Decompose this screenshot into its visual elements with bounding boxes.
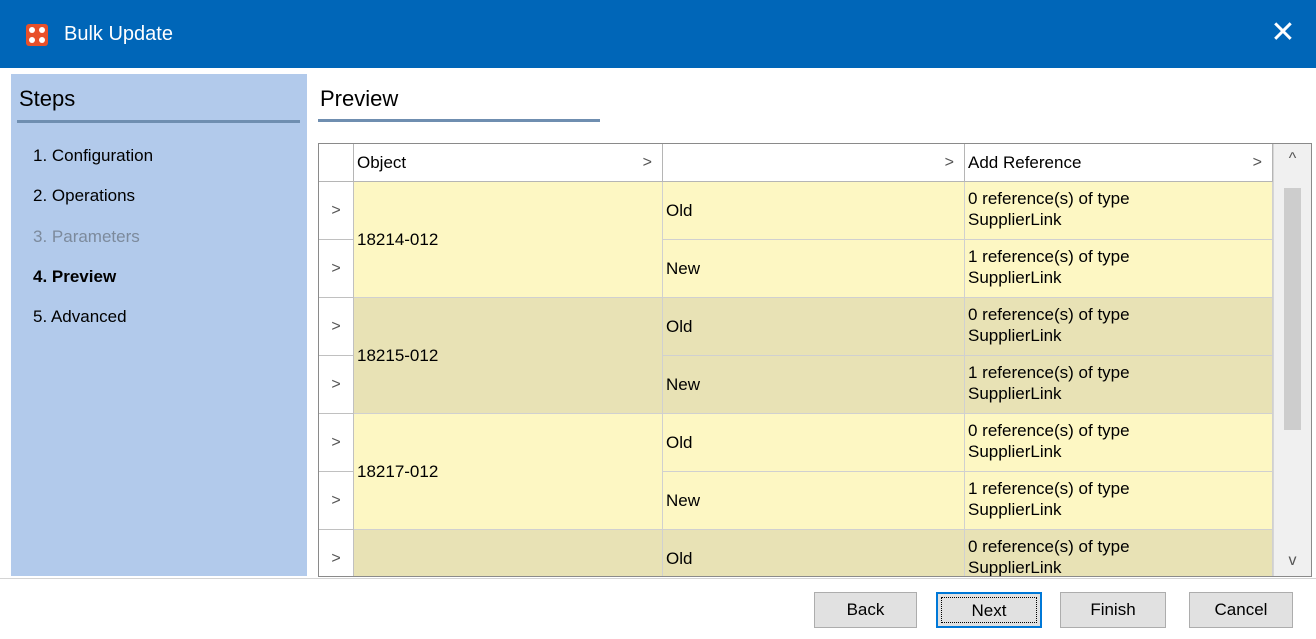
- type-cell[interactable]: Old: [663, 530, 965, 576]
- next-button[interactable]: Next: [936, 592, 1042, 628]
- reference-cell[interactable]: 0 reference(s) of type SupplierLink: [965, 298, 1273, 356]
- reference-cell[interactable]: 0 reference(s) of type SupplierLink: [965, 182, 1273, 240]
- reference-cell[interactable]: 1 reference(s) of type SupplierLink: [965, 356, 1273, 414]
- vertical-scrollbar[interactable]: ^ v: [1273, 144, 1311, 576]
- reference-text: 0 reference(s) of type: [968, 537, 1130, 556]
- next-button-label: Next: [941, 597, 1037, 623]
- object-cell[interactable]: 18214-012: [354, 182, 663, 298]
- reference-text: 0 reference(s) of type: [968, 189, 1130, 208]
- chevron-right-icon[interactable]: >: [319, 240, 354, 298]
- reference-cell[interactable]: 1 reference(s) of type SupplierLink: [965, 472, 1273, 530]
- step-preview[interactable]: 4. Preview: [33, 267, 116, 287]
- type-cell[interactable]: New: [663, 356, 965, 414]
- step-advanced[interactable]: 5. Advanced: [33, 307, 127, 327]
- column-header-label: Add Reference: [968, 153, 1082, 172]
- cancel-button[interactable]: Cancel: [1189, 592, 1293, 628]
- object-cell[interactable]: 18215-012: [354, 298, 663, 414]
- reference-text: 1 reference(s) of type: [968, 479, 1130, 498]
- column-header-add-reference[interactable]: Add Reference >: [965, 144, 1273, 182]
- window-title: Bulk Update: [64, 23, 173, 45]
- close-icon[interactable]: ✕: [1266, 16, 1300, 50]
- column-header-type[interactable]: >: [663, 144, 965, 182]
- step-operations[interactable]: 2. Operations: [33, 186, 135, 206]
- window-frame: [0, 68, 11, 578]
- steps-divider: [17, 120, 300, 123]
- reference-cell[interactable]: 0 reference(s) of type SupplierLink: [965, 530, 1273, 577]
- type-cell[interactable]: Old: [663, 182, 965, 240]
- reference-cell[interactable]: 0 reference(s) of type SupplierLink: [965, 414, 1273, 472]
- chevron-right-icon[interactable]: >: [319, 472, 354, 530]
- chevron-up-icon[interactable]: ^: [1274, 150, 1311, 168]
- chevron-right-icon[interactable]: >: [319, 182, 354, 240]
- chevron-right-icon[interactable]: >: [319, 298, 354, 356]
- preview-grid[interactable]: 18214-012 > Old 0 reference(s) of type Suppl…: [318, 143, 1312, 577]
- reference-type: SupplierLink: [968, 268, 1062, 287]
- reference-type: SupplierLink: [968, 558, 1062, 577]
- scrollbar-thumb[interactable]: [1284, 188, 1301, 430]
- step-parameters: 3. Parameters: [33, 227, 140, 246]
- reference-text: 1 reference(s) of type: [968, 247, 1130, 266]
- reference-type: SupplierLink: [968, 442, 1062, 461]
- preview-title: Preview: [320, 86, 399, 111]
- type-cell[interactable]: New: [663, 240, 965, 298]
- type-cell[interactable]: New: [663, 472, 965, 530]
- chevron-right-icon[interactable]: >: [319, 414, 354, 472]
- back-button[interactable]: Back: [814, 592, 917, 628]
- reference-type: SupplierLink: [968, 326, 1062, 345]
- reference-type: SupplierLink: [968, 210, 1062, 229]
- reference-cell[interactable]: 1 reference(s) of type SupplierLink: [965, 240, 1273, 298]
- corner-header: [319, 144, 354, 182]
- chevron-right-icon[interactable]: >: [945, 144, 954, 182]
- reference-text: 0 reference(s) of type: [968, 305, 1130, 324]
- reference-text: 1 reference(s) of type: [968, 363, 1130, 382]
- reference-type: SupplierLink: [968, 384, 1062, 403]
- reference-text: 0 reference(s) of type: [968, 421, 1130, 440]
- type-cell[interactable]: Old: [663, 414, 965, 472]
- chevron-right-icon[interactable]: >: [1253, 144, 1262, 182]
- chevron-right-icon[interactable]: >: [643, 144, 652, 182]
- chevron-right-icon[interactable]: >: [319, 356, 354, 414]
- step-configuration[interactable]: 1. Configuration: [33, 146, 153, 166]
- type-cell[interactable]: Old: [663, 298, 965, 356]
- reference-type: SupplierLink: [968, 500, 1062, 519]
- chevron-down-icon[interactable]: v: [1274, 552, 1311, 570]
- finish-button[interactable]: Finish: [1060, 592, 1166, 628]
- column-header-label: Object: [357, 153, 407, 172]
- steps-title: Steps: [19, 86, 76, 111]
- object-cell[interactable]: 18217-012: [354, 414, 663, 530]
- object-cell[interactable]: [354, 530, 663, 576]
- preview-divider: [318, 119, 600, 122]
- column-header-object[interactable]: Object >: [354, 144, 663, 182]
- chevron-right-icon[interactable]: >: [319, 530, 354, 576]
- steps-panel: Steps 1. Configuration 2. Operations 3. …: [11, 74, 307, 576]
- title-bar: Bulk Update ✕: [0, 0, 1316, 68]
- app-icon: [26, 24, 48, 46]
